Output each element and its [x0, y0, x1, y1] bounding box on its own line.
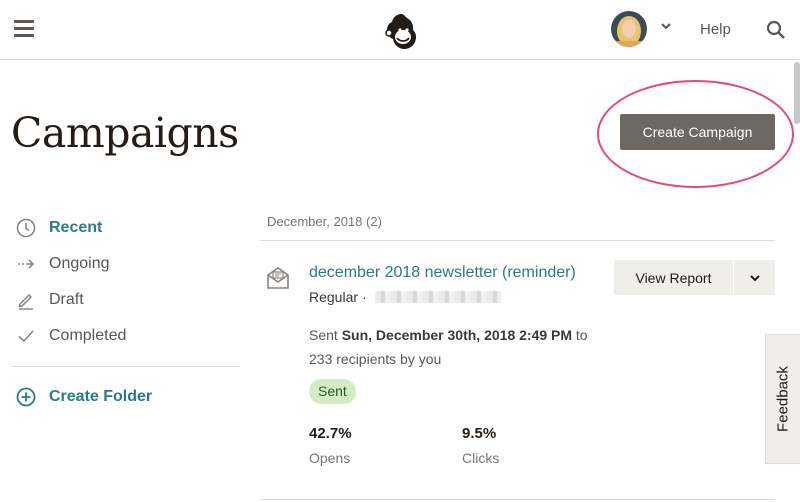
search-icon[interactable]	[766, 20, 786, 40]
opens-label: Opens	[309, 450, 351, 466]
sidebar-item-recent[interactable]: Recent	[15, 215, 102, 241]
page-title: Campaigns	[11, 109, 239, 157]
user-avatar[interactable]	[611, 11, 647, 47]
clicks-value: 9.5%	[462, 425, 497, 442]
top-navigation-bar: Help	[0, 0, 800, 60]
campaign-title-link[interactable]: december 2018 newsletter (reminder)	[309, 264, 576, 282]
scrollbar-thumb[interactable]	[794, 62, 800, 124]
sidebar-item-label: Draft	[49, 291, 84, 308]
divider	[260, 499, 775, 500]
sidebar-item-draft[interactable]: Draft	[15, 287, 84, 313]
opens-value: 42.7%	[309, 425, 352, 442]
sidebar-item-label: Completed	[49, 327, 127, 344]
mailchimp-logo-icon[interactable]	[383, 11, 421, 51]
sent-date: Sun, December 30th, 2018 2:49 PM	[341, 327, 573, 343]
sent-recipients: 233 recipients by you	[309, 351, 442, 367]
sidebar-item-label: Ongoing	[49, 255, 110, 272]
chevron-down-icon[interactable]	[660, 20, 672, 32]
separator-dot: ·	[362, 289, 367, 305]
feedback-label: Feedback	[774, 366, 792, 432]
campaign-type-label: Regular	[309, 289, 359, 305]
report-options-dropdown[interactable]	[734, 260, 775, 295]
status-badge: Sent	[309, 379, 356, 404]
create-campaign-button[interactable]: Create Campaign	[620, 114, 775, 150]
sidebar-item-label: Recent	[49, 219, 103, 236]
pencil-icon	[15, 289, 37, 311]
help-link[interactable]: Help	[700, 21, 731, 38]
create-folder-button[interactable]: Create Folder	[15, 384, 152, 410]
create-folder-label: Create Folder	[49, 388, 153, 405]
sent-to: to	[575, 327, 588, 343]
month-group-header: December, 2018 (2)	[267, 214, 382, 229]
sidebar-divider	[11, 366, 240, 367]
dashed-arrow-icon	[15, 253, 37, 275]
divider	[260, 240, 775, 241]
campaign-sent-info: Sent Sun, December 30th, 2018 2:49 PM to…	[309, 323, 609, 371]
checkmark-icon	[15, 325, 37, 347]
redacted-list-name	[374, 291, 501, 303]
sent-prefix: Sent	[309, 327, 338, 343]
feedback-tab[interactable]: Feedback	[765, 334, 800, 464]
hamburger-menu-icon[interactable]	[14, 20, 34, 40]
envelope-icon	[267, 267, 289, 289]
chevron-down-icon	[749, 274, 760, 281]
sidebar-item-ongoing[interactable]: Ongoing	[15, 251, 110, 277]
plus-circle-icon	[15, 386, 37, 408]
clicks-label: Clicks	[462, 450, 500, 466]
campaign-type: Regular ·	[309, 289, 501, 305]
view-report-button[interactable]: View Report	[614, 260, 733, 295]
clock-icon	[15, 217, 37, 239]
sidebar-item-completed[interactable]: Completed	[15, 323, 126, 349]
